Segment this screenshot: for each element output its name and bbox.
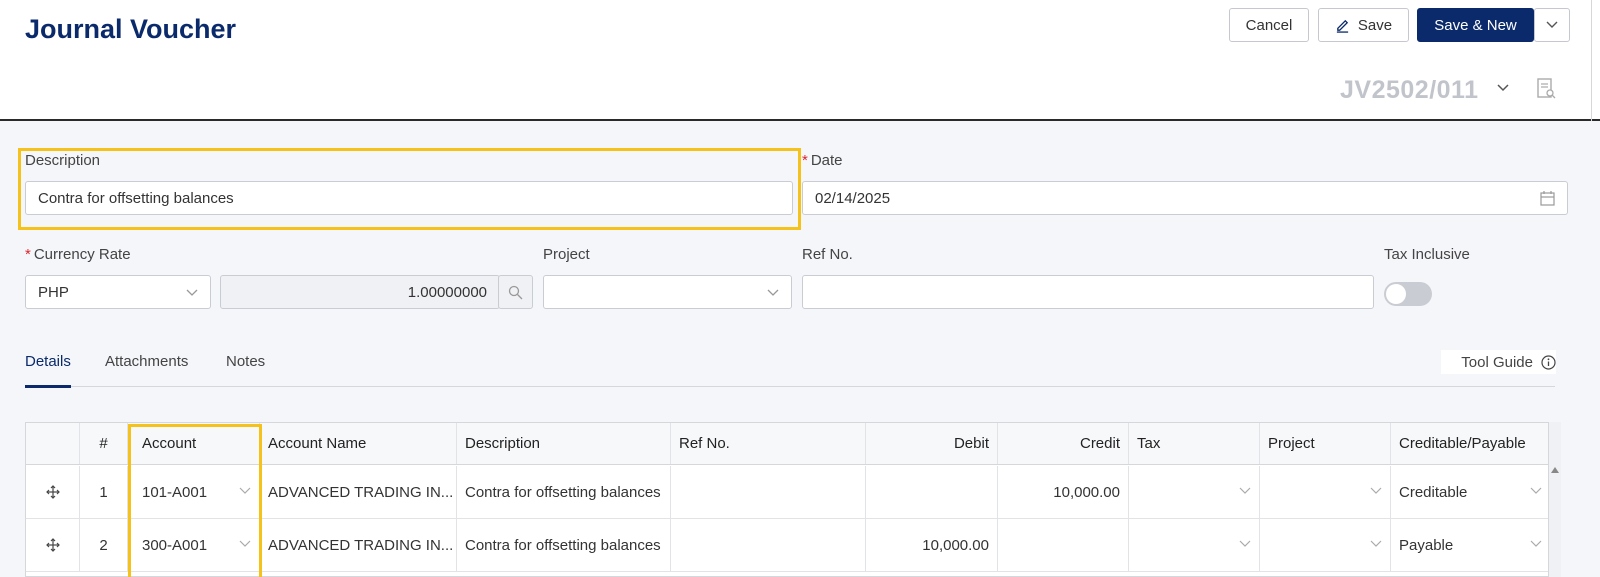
tab-attachments[interactable]: Attachments (105, 353, 188, 370)
grid-scrollbar[interactable] (1549, 422, 1561, 577)
drag-column-header (26, 423, 80, 464)
currency-value: PHP (38, 283, 69, 301)
date-input[interactable]: 02/14/2025 (802, 181, 1568, 215)
currency-select[interactable]: PHP (25, 275, 211, 309)
line-tax-select[interactable] (1129, 519, 1260, 571)
column-header-project[interactable]: Project (1260, 423, 1391, 464)
page-header: Journal Voucher Cancel Save Save & New J… (0, 0, 1600, 121)
doc-number-chevron-icon[interactable] (1497, 84, 1509, 92)
line-description[interactable]: Contra for offsetting balances (457, 519, 671, 571)
page-title: Journal Voucher (25, 14, 237, 44)
chevron-down-icon (1530, 540, 1542, 547)
pencil-icon (1336, 19, 1349, 33)
active-tab-indicator (25, 385, 71, 388)
column-header-tax[interactable]: Tax (1129, 423, 1260, 464)
column-header-ref-no[interactable]: Ref No. (671, 423, 866, 464)
tabs-divider (25, 386, 1555, 387)
info-icon (1541, 354, 1556, 370)
chevron-down-icon (1546, 21, 1558, 28)
tax-inclusive-label: Tax Inclusive (1384, 246, 1470, 263)
column-header-description[interactable]: Description (457, 423, 671, 464)
line-credit[interactable]: 10,000.00 (998, 466, 1129, 518)
line-cp-value: Creditable (1399, 483, 1468, 501)
line-cp-value: Payable (1399, 536, 1454, 554)
tool-guide-label: Tool Guide (1461, 353, 1533, 371)
tab-details[interactable]: Details (25, 353, 71, 370)
line-tax-select[interactable] (1129, 466, 1260, 518)
chevron-down-icon (767, 289, 779, 296)
row-number: 1 (80, 466, 128, 518)
chevron-down-icon (1370, 540, 1382, 547)
scroll-edge (1591, 0, 1600, 121)
drag-handle[interactable] (26, 519, 80, 571)
chevron-down-icon (186, 289, 198, 296)
document-preview-icon[interactable] (1536, 78, 1556, 100)
required-mark: * (25, 246, 31, 263)
chevron-down-icon (1239, 540, 1251, 547)
account-name: ADVANCED TRADING IN... (260, 466, 457, 518)
account-column-highlight (128, 424, 262, 577)
column-header-no: # (80, 423, 128, 464)
line-debit[interactable]: 10,000.00 (866, 519, 998, 571)
line-project-select[interactable] (1260, 466, 1391, 518)
save-options-dropdown[interactable] (1534, 8, 1570, 42)
line-credit[interactable] (998, 519, 1129, 571)
date-label-text: Date (810, 152, 843, 169)
save-and-new-button[interactable]: Save & New (1417, 8, 1534, 42)
save-button[interactable]: Save (1318, 8, 1409, 42)
exchange-rate-input[interactable]: 1.00000000 (220, 275, 500, 309)
column-header-credit[interactable]: Credit (998, 423, 1129, 464)
column-header-debit[interactable]: Debit (866, 423, 998, 464)
line-creditable-payable-select[interactable]: Creditable (1391, 466, 1548, 518)
chevron-down-icon (1370, 487, 1382, 494)
cancel-button[interactable]: Cancel (1229, 8, 1309, 42)
project-label: Project (543, 246, 590, 263)
drag-handle[interactable] (26, 466, 80, 518)
move-icon (45, 538, 60, 552)
chevron-down-icon (1530, 487, 1542, 494)
row-number: 2 (80, 519, 128, 571)
tab-notes[interactable]: Notes (226, 353, 265, 370)
line-creditable-payable-select[interactable]: Payable (1391, 519, 1548, 571)
scroll-up-arrow-icon[interactable] (1551, 467, 1559, 473)
column-header-creditable-payable[interactable]: Creditable/Payable (1391, 423, 1548, 464)
line-project-select[interactable] (1260, 519, 1391, 571)
ref-no-input[interactable] (802, 275, 1374, 309)
currency-rate-label: * Currency Rate (25, 246, 131, 263)
account-name: ADVANCED TRADING IN... (260, 519, 457, 571)
tool-guide-link[interactable]: Tool Guide (1441, 350, 1556, 374)
currency-rate-label-text: Currency Rate (33, 246, 131, 263)
line-ref-no[interactable] (671, 519, 866, 571)
calendar-icon[interactable] (1540, 191, 1555, 206)
date-value: 02/14/2025 (815, 189, 891, 207)
tax-inclusive-toggle[interactable] (1384, 282, 1432, 306)
toggle-knob (1386, 284, 1406, 304)
save-button-label: Save (1357, 16, 1393, 34)
rate-lookup-button[interactable] (498, 275, 533, 309)
document-number: JV2502/011 (1340, 76, 1479, 104)
search-icon (508, 285, 523, 299)
description-input[interactable]: Contra for offsetting balances (25, 181, 793, 215)
line-description[interactable]: Contra for offsetting balances (457, 466, 671, 518)
column-header-account-name[interactable]: Account Name (260, 423, 457, 464)
line-ref-no[interactable] (671, 466, 866, 518)
line-debit[interactable] (866, 466, 998, 518)
description-label: Description (25, 152, 101, 169)
move-icon (45, 485, 60, 499)
date-label: * Date (802, 152, 843, 169)
project-select[interactable] (543, 275, 792, 309)
ref-no-label: Ref No. (802, 246, 853, 263)
chevron-down-icon (1239, 487, 1251, 494)
required-mark: * (802, 152, 808, 169)
